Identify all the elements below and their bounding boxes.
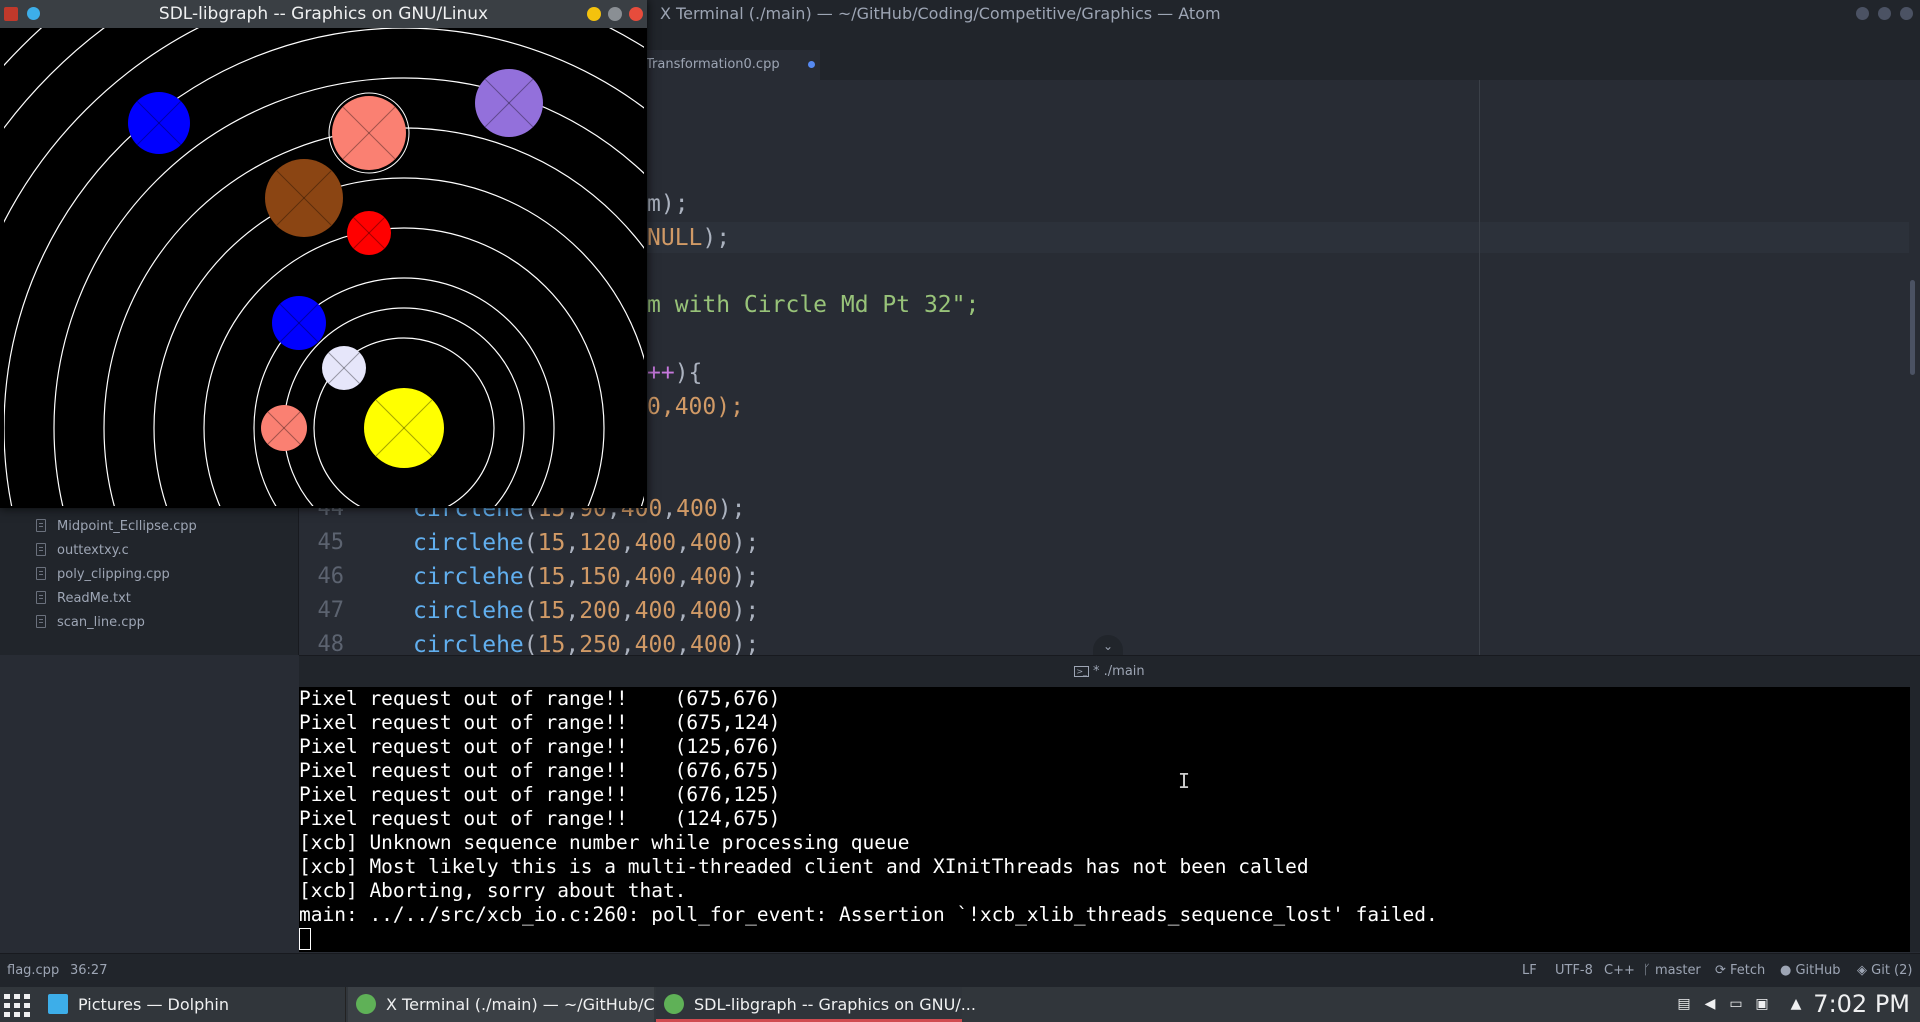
branch-icon: ᚴ [1643,963,1655,978]
terminal-line: main: ../../src/xcb_io.c:260: poll_for_e… [299,903,1438,926]
planet [261,405,307,451]
sync-icon: ⟳ [1715,963,1731,978]
close-button[interactable] [1900,7,1913,20]
planet [272,296,326,350]
sdl-close-button[interactable] [629,7,643,21]
status-grammar[interactable]: C++ [1604,954,1635,988]
file-icon [36,615,46,628]
planet [128,92,190,154]
tree-file-item[interactable]: outtextxy.c [36,540,129,562]
line-number: 46 [317,564,345,589]
terminal-line: Pixel request out of range!! (676,675) [299,759,781,782]
status-cursor-position[interactable]: 36:27 [70,954,107,988]
code-null: NULL [647,225,703,251]
terminal-scrollbar[interactable] [1910,687,1920,952]
terminal-icon: >_ [1074,666,1090,677]
line-number: 47 [317,598,345,623]
clock[interactable]: 7:02 PM [1813,987,1910,1022]
wrap-guide [1479,80,1480,655]
file-icon [36,567,46,580]
planet [475,69,543,137]
code-line: m with Circle Md Pt 32"; [647,292,980,318]
status-file-name[interactable]: flag.cpp [7,954,59,988]
file-icon [36,519,46,532]
terminal-line: Pixel request out of range!! (124,675) [299,807,781,830]
planet [347,211,391,255]
app-icon [664,994,684,1014]
terminal-cursor [299,928,311,950]
orbit-ring [4,28,644,224]
git-panel-button[interactable]: ◈ Git (2) [1857,954,1912,988]
editor-scrollbar[interactable] [1910,280,1915,375]
sdl-maximize-button[interactable] [608,7,622,21]
terminal-line: Pixel request out of range!! (675,676) [299,687,781,710]
ibeam-cursor-icon: I [1178,769,1191,793]
volume-icon[interactable]: ◀ [1702,996,1718,1012]
code-line: 0,400); [647,394,744,420]
tree-file-item[interactable]: Midpoint_Ecllipse.cpp [36,516,197,538]
file-icon [36,591,46,604]
github-icon: ● [1780,963,1796,978]
sdl-canvas[interactable] [4,28,644,506]
terminal-tab-header[interactable]: >_ * ./main [299,655,1920,688]
diff-icon: ◈ [1857,963,1872,978]
tree-file-item[interactable]: ReadMe.txt [36,588,131,610]
maximize-button[interactable] [1878,7,1891,20]
battery-icon[interactable]: ▭ [1728,996,1744,1012]
tree-file-item[interactable]: scan_line.cpp [36,612,145,634]
terminal-line: Pixel request out of range!! (675,124) [299,711,781,734]
code-line: circlehe(15,150,400,400); [413,564,760,590]
code-line: ++){ [647,360,703,386]
orbit-ring [4,28,43,67]
task-dolphin[interactable]: Pictures — Dolphin [40,987,346,1022]
network-icon[interactable]: ▣ [1754,996,1770,1012]
orbit-ring [4,28,644,506]
terminal-line: [xcb] Most likely this is a multi-thread… [299,855,1309,878]
task-xterminal[interactable]: X Terminal (./main) — ~/GitHub/C... [348,987,670,1022]
planet [265,159,343,237]
code-line: circlehe(15,120,400,400); [413,530,760,556]
status-bar: flag.cpp 36:27 LF UTF-8 C++ ᚴ master ⟳ F… [0,953,1920,988]
planet [322,346,366,390]
status-line-ending[interactable]: LF [1522,954,1537,988]
tab-transformation0[interactable]: Transformation0.cpp [640,50,820,80]
sdl-minimize-button[interactable] [587,7,601,21]
minimize-button[interactable] [1856,7,1869,20]
planet [328,92,410,174]
github-button[interactable]: ● GitHub [1780,954,1841,988]
terminal-line: [xcb] Aborting, sorry about that. [299,879,687,902]
folder-icon [48,994,68,1014]
task-sdl-libgraph[interactable]: SDL-libgraph -- Graphics on GNU/... [656,987,976,1022]
terminal-line: Pixel request out of range!! (125,676) [299,735,781,758]
taskbar: Pictures — Dolphin X Terminal (./main) —… [0,987,1920,1022]
tree-file-item[interactable]: poly_clipping.cpp [36,564,170,586]
terminal-output[interactable]: Pixel request out of range!! (675,676) Pi… [299,687,1910,952]
sdl-window: SDL-libgraph -- Graphics on GNU/Linux [0,0,647,508]
app-launcher-grid-icon[interactable] [4,993,32,1017]
terminal-line: Pixel request out of range!! (676,125) [299,783,781,806]
git-branch[interactable]: ᚴ master [1643,954,1701,988]
atom-icon [356,994,376,1014]
terminal-line: [xcb] Unknown sequence number while proc… [299,831,910,854]
git-fetch-button[interactable]: ⟳ Fetch [1715,954,1765,988]
code-line: NULL); [647,225,731,251]
tray-expand-icon[interactable]: ▲ [1788,996,1804,1012]
code-line: circlehe(15,200,400,400); [413,598,760,624]
code-line: m); [647,191,689,217]
status-encoding[interactable]: UTF-8 [1555,954,1593,988]
file-icon [36,543,46,556]
sdl-window-title: SDL-libgraph -- Graphics on GNU/Linux [158,4,489,24]
orbit-ring [4,28,106,130]
line-number: 45 [317,530,345,555]
modified-indicator-icon [808,61,815,68]
atom-window-title: X Terminal (./main) — ~/GitHub/Coding/Co… [660,4,1221,23]
clipboard-icon[interactable]: ▤ [1676,996,1692,1012]
sun [364,388,444,468]
